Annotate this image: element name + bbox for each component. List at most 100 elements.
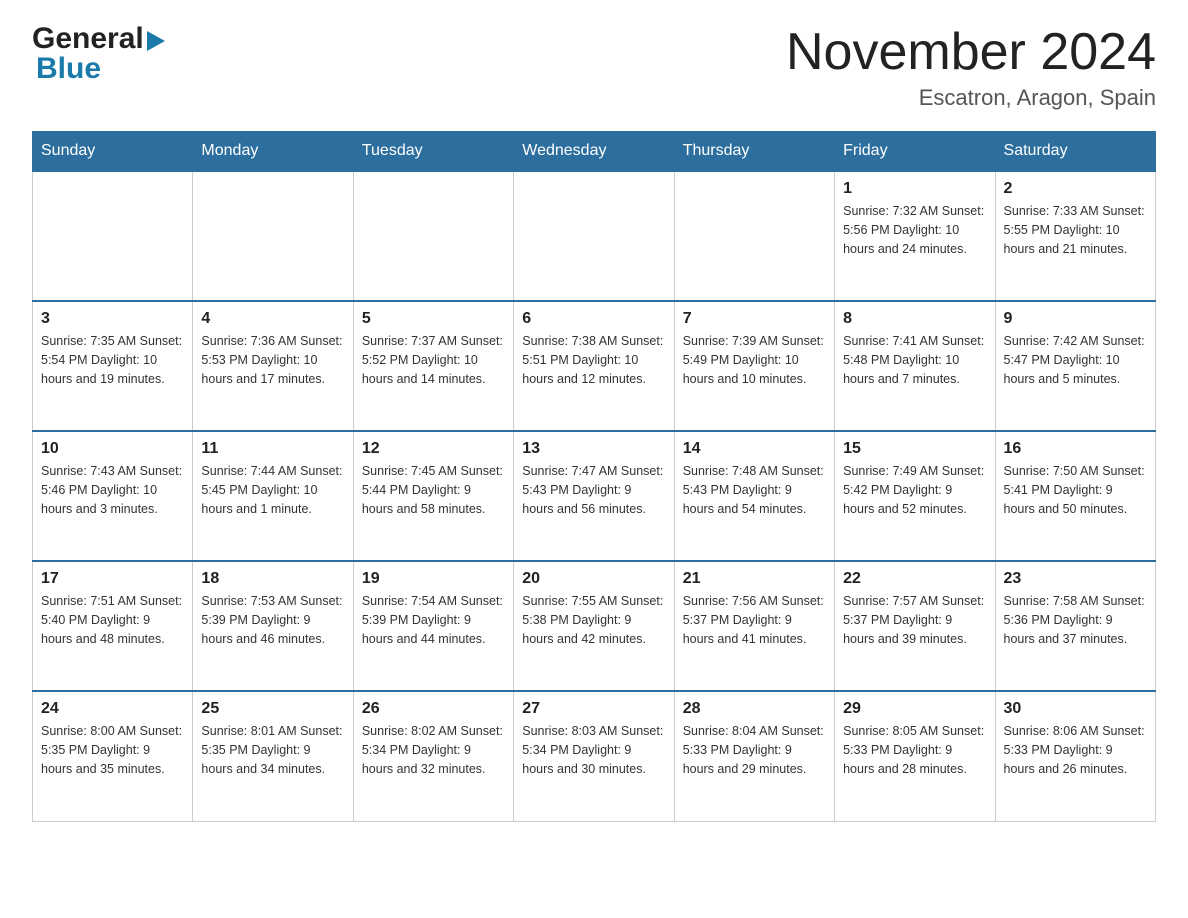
day-info: Sunrise: 7:50 AM Sunset: 5:41 PM Dayligh… xyxy=(1004,462,1147,518)
day-info: Sunrise: 7:32 AM Sunset: 5:56 PM Dayligh… xyxy=(843,202,986,258)
day-number: 18 xyxy=(201,570,344,588)
weekday-header-row: SundayMondayTuesdayWednesdayThursdayFrid… xyxy=(33,132,1156,172)
day-number: 22 xyxy=(843,570,986,588)
calendar-cell xyxy=(353,171,513,301)
day-info: Sunrise: 7:54 AM Sunset: 5:39 PM Dayligh… xyxy=(362,592,505,648)
calendar-cell: 15 Sunrise: 7:49 AM Sunset: 5:42 PM Dayli… xyxy=(835,431,995,561)
calendar-cell: 30 Sunrise: 8:06 AM Sunset: 5:33 PM Dayli… xyxy=(995,691,1155,821)
day-info: Sunrise: 7:38 AM Sunset: 5:51 PM Dayligh… xyxy=(522,332,665,388)
day-info: Sunrise: 7:53 AM Sunset: 5:39 PM Dayligh… xyxy=(201,592,344,648)
calendar-body: 1 Sunrise: 7:32 AM Sunset: 5:56 PM Daylig… xyxy=(33,171,1156,821)
calendar-cell: 12 Sunrise: 7:45 AM Sunset: 5:44 PM Dayli… xyxy=(353,431,513,561)
weekday-header-sunday: Sunday xyxy=(33,132,193,172)
day-info: Sunrise: 7:55 AM Sunset: 5:38 PM Dayligh… xyxy=(522,592,665,648)
day-info: Sunrise: 7:39 AM Sunset: 5:49 PM Dayligh… xyxy=(683,332,826,388)
calendar-cell: 1 Sunrise: 7:32 AM Sunset: 5:56 PM Daylig… xyxy=(835,171,995,301)
day-number: 30 xyxy=(1004,700,1147,718)
calendar-row-0: 1 Sunrise: 7:32 AM Sunset: 5:56 PM Daylig… xyxy=(33,171,1156,301)
calendar-cell: 23 Sunrise: 7:58 AM Sunset: 5:36 PM Dayli… xyxy=(995,561,1155,691)
weekday-header-wednesday: Wednesday xyxy=(514,132,674,172)
day-info: Sunrise: 7:35 AM Sunset: 5:54 PM Dayligh… xyxy=(41,332,184,388)
calendar-cell: 17 Sunrise: 7:51 AM Sunset: 5:40 PM Dayli… xyxy=(33,561,193,691)
day-number: 21 xyxy=(683,570,826,588)
logo-blue-text: Blue xyxy=(32,54,101,84)
calendar-cell: 8Sunrise: 7:41 AM Sunset: 5:48 PM Daylig… xyxy=(835,301,995,431)
weekday-header-thursday: Thursday xyxy=(674,132,834,172)
calendar-cell: 25Sunrise: 8:01 AM Sunset: 5:35 PM Dayli… xyxy=(193,691,353,821)
day-number: 7 xyxy=(683,310,826,328)
calendar-table: SundayMondayTuesdayWednesdayThursdayFrid… xyxy=(32,131,1156,822)
day-info: Sunrise: 7:49 AM Sunset: 5:42 PM Dayligh… xyxy=(843,462,986,518)
logo-general-text: General xyxy=(32,24,144,54)
calendar-row-1: 3 Sunrise: 7:35 AM Sunset: 5:54 PM Daylig… xyxy=(33,301,1156,431)
calendar-cell: 14Sunrise: 7:48 AM Sunset: 5:43 PM Dayli… xyxy=(674,431,834,561)
day-info: Sunrise: 7:44 AM Sunset: 5:45 PM Dayligh… xyxy=(201,462,344,518)
calendar-cell: 21 Sunrise: 7:56 AM Sunset: 5:37 PM Dayli… xyxy=(674,561,834,691)
calendar-cell: 16Sunrise: 7:50 AM Sunset: 5:41 PM Dayli… xyxy=(995,431,1155,561)
day-info: Sunrise: 7:51 AM Sunset: 5:40 PM Dayligh… xyxy=(41,592,184,648)
calendar-cell: 10 Sunrise: 7:43 AM Sunset: 5:46 PM Dayli… xyxy=(33,431,193,561)
calendar-cell: 20Sunrise: 7:55 AM Sunset: 5:38 PM Dayli… xyxy=(514,561,674,691)
weekday-header-friday: Friday xyxy=(835,132,995,172)
day-number: 27 xyxy=(522,700,665,718)
day-info: Sunrise: 7:57 AM Sunset: 5:37 PM Dayligh… xyxy=(843,592,986,648)
calendar-cell xyxy=(193,171,353,301)
calendar-row-3: 17 Sunrise: 7:51 AM Sunset: 5:40 PM Dayli… xyxy=(33,561,1156,691)
calendar-cell: 11Sunrise: 7:44 AM Sunset: 5:45 PM Dayli… xyxy=(193,431,353,561)
day-number: 3 xyxy=(41,310,184,328)
calendar-cell: 28Sunrise: 8:04 AM Sunset: 5:33 PM Dayli… xyxy=(674,691,834,821)
logo-triangle-icon xyxy=(147,31,165,51)
calendar-row-2: 10 Sunrise: 7:43 AM Sunset: 5:46 PM Dayli… xyxy=(33,431,1156,561)
day-info: Sunrise: 8:01 AM Sunset: 5:35 PM Dayligh… xyxy=(201,722,344,778)
day-number: 19 xyxy=(362,570,505,588)
calendar-header: SundayMondayTuesdayWednesdayThursdayFrid… xyxy=(33,132,1156,172)
day-info: Sunrise: 7:43 AM Sunset: 5:46 PM Dayligh… xyxy=(41,462,184,518)
calendar-cell: 27Sunrise: 8:03 AM Sunset: 5:34 PM Dayli… xyxy=(514,691,674,821)
weekday-header-monday: Monday xyxy=(193,132,353,172)
day-info: Sunrise: 8:06 AM Sunset: 5:33 PM Dayligh… xyxy=(1004,722,1147,778)
calendar-cell: 13Sunrise: 7:47 AM Sunset: 5:43 PM Dayli… xyxy=(514,431,674,561)
day-number: 14 xyxy=(683,440,826,458)
title-section: November 2024 Escatron, Aragon, Spain xyxy=(786,24,1156,111)
weekday-header-saturday: Saturday xyxy=(995,132,1155,172)
calendar-cell: 18 Sunrise: 7:53 AM Sunset: 5:39 PM Dayli… xyxy=(193,561,353,691)
day-number: 29 xyxy=(843,700,986,718)
calendar-cell: 29 Sunrise: 8:05 AM Sunset: 5:33 PM Dayli… xyxy=(835,691,995,821)
day-number: 9 xyxy=(1004,310,1147,328)
logo: General Blue xyxy=(32,24,165,84)
day-number: 15 xyxy=(843,440,986,458)
calendar-cell: 6 Sunrise: 7:38 AM Sunset: 5:51 PM Daylig… xyxy=(514,301,674,431)
day-number: 4 xyxy=(201,310,344,328)
day-info: Sunrise: 7:41 AM Sunset: 5:48 PM Dayligh… xyxy=(843,332,986,388)
day-number: 12 xyxy=(362,440,505,458)
day-number: 26 xyxy=(362,700,505,718)
day-info: Sunrise: 7:45 AM Sunset: 5:44 PM Dayligh… xyxy=(362,462,505,518)
day-number: 1 xyxy=(843,180,986,198)
weekday-header-tuesday: Tuesday xyxy=(353,132,513,172)
calendar-cell xyxy=(33,171,193,301)
day-info: Sunrise: 8:04 AM Sunset: 5:33 PM Dayligh… xyxy=(683,722,826,778)
location-title: Escatron, Aragon, Spain xyxy=(786,85,1156,111)
calendar-cell: 24 Sunrise: 8:00 AM Sunset: 5:35 PM Dayli… xyxy=(33,691,193,821)
day-number: 10 xyxy=(41,440,184,458)
day-info: Sunrise: 8:02 AM Sunset: 5:34 PM Dayligh… xyxy=(362,722,505,778)
calendar-cell: 26 Sunrise: 8:02 AM Sunset: 5:34 PM Dayli… xyxy=(353,691,513,821)
day-info: Sunrise: 7:58 AM Sunset: 5:36 PM Dayligh… xyxy=(1004,592,1147,648)
calendar-cell: 5Sunrise: 7:37 AM Sunset: 5:52 PM Daylig… xyxy=(353,301,513,431)
calendar-cell xyxy=(514,171,674,301)
day-info: Sunrise: 8:00 AM Sunset: 5:35 PM Dayligh… xyxy=(41,722,184,778)
day-number: 13 xyxy=(522,440,665,458)
day-info: Sunrise: 8:05 AM Sunset: 5:33 PM Dayligh… xyxy=(843,722,986,778)
calendar-cell: 2Sunrise: 7:33 AM Sunset: 5:55 PM Daylig… xyxy=(995,171,1155,301)
day-number: 6 xyxy=(522,310,665,328)
page-header: General Blue November 2024 Escatron, Ara… xyxy=(32,24,1156,111)
day-info: Sunrise: 7:36 AM Sunset: 5:53 PM Dayligh… xyxy=(201,332,344,388)
calendar-row-4: 24 Sunrise: 8:00 AM Sunset: 5:35 PM Dayli… xyxy=(33,691,1156,821)
calendar-cell: 22 Sunrise: 7:57 AM Sunset: 5:37 PM Dayli… xyxy=(835,561,995,691)
day-number: 2 xyxy=(1004,180,1147,198)
day-number: 17 xyxy=(41,570,184,588)
day-info: Sunrise: 7:42 AM Sunset: 5:47 PM Dayligh… xyxy=(1004,332,1147,388)
day-number: 24 xyxy=(41,700,184,718)
day-number: 23 xyxy=(1004,570,1147,588)
day-info: Sunrise: 7:56 AM Sunset: 5:37 PM Dayligh… xyxy=(683,592,826,648)
